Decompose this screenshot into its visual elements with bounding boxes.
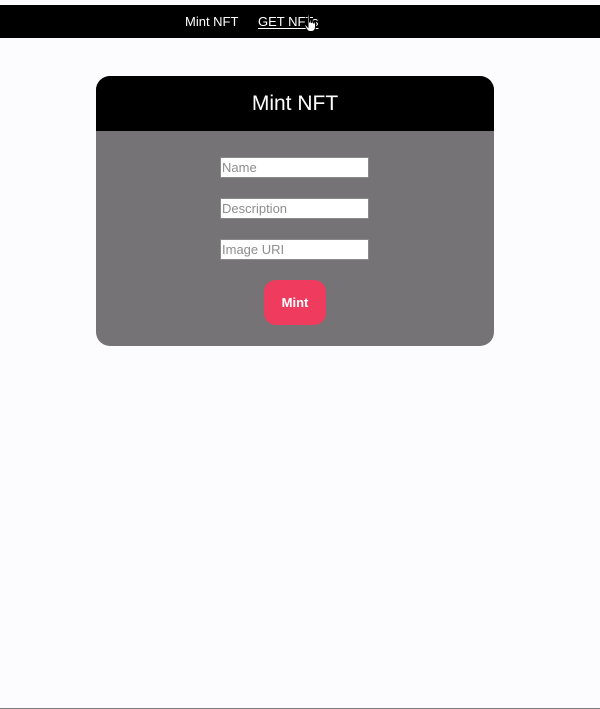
mint-nft-card: Mint NFT Mint [96,76,494,346]
mint-button[interactable]: Mint [264,280,326,325]
nav-link-mint-nft[interactable]: Mint NFT [185,14,238,30]
description-input[interactable] [220,198,369,219]
image-uri-input[interactable] [220,239,369,260]
top-nav-bar: Mint NFT GET NFTs [0,5,600,38]
card-title: Mint NFT [96,76,494,131]
hand-pointer-icon [304,14,316,32]
name-input[interactable] [220,157,369,178]
